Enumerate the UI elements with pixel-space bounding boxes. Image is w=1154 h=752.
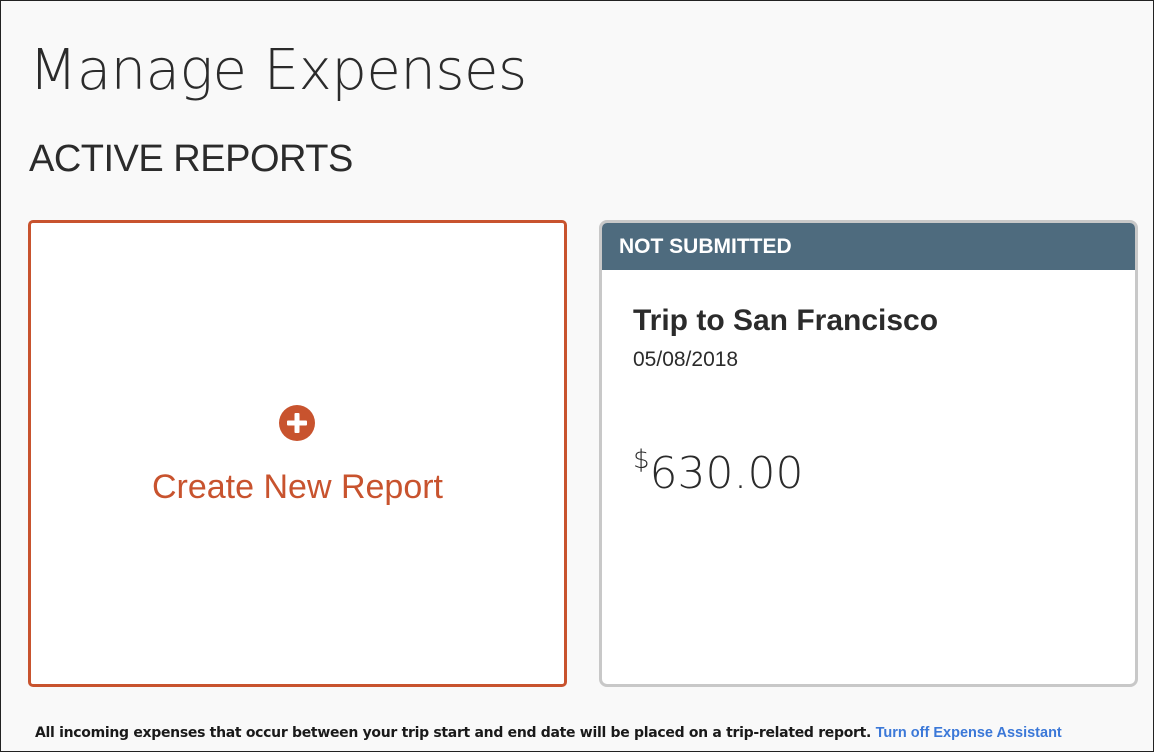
expenses-page: Manage Expenses ACTIVE REPORTS Create Ne…: [0, 0, 1154, 752]
report-status-header: NOT SUBMITTED: [602, 223, 1135, 270]
amount-value: 630.00: [649, 448, 804, 499]
plus-circle-icon: [279, 405, 315, 441]
active-reports-heading: ACTIVE REPORTS: [29, 138, 353, 180]
page-title: Manage Expenses: [29, 38, 527, 103]
report-name: Trip to San Francisco: [633, 304, 939, 337]
turn-off-expense-assistant-link[interactable]: Turn off Expense Assistant: [876, 725, 1062, 741]
create-new-report-label: Create New Report: [151, 468, 443, 506]
footer-note: All incoming expenses that occur between…: [35, 723, 1062, 743]
create-new-report-card[interactable]: Create New Report: [28, 220, 567, 687]
report-amount: $630.00: [633, 445, 804, 502]
currency-symbol: $: [633, 445, 650, 475]
report-date: 05/08/2018: [633, 348, 739, 371]
footer-note-text: All incoming expenses that occur between…: [35, 725, 872, 741]
report-card[interactable]: NOT SUBMITTED Trip to San Francisco 05/0…: [599, 220, 1138, 687]
